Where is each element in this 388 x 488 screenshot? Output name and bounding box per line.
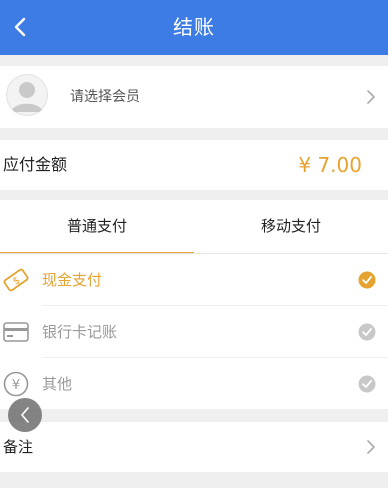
member-placeholder: 请选择会员 (70, 89, 140, 105)
cash-ticket-icon: $ (2, 266, 30, 294)
chevron-right-icon (367, 90, 375, 104)
member-selector[interactable]: 请选择会员 (0, 66, 388, 128)
tab-normal-payment[interactable]: 普通支付 (0, 200, 194, 254)
yen-circle-icon: ¥ (2, 370, 30, 398)
checkout-page: 结账 请选择会员 应付金额 ¥ 7.00 普通支付 移动支付 $ 现金支付 银行… (0, 0, 388, 488)
tab-mobile-payment[interactable]: 移动支付 (194, 200, 388, 253)
check-circle-icon (358, 323, 376, 341)
payment-option-label: 其他 (42, 375, 73, 393)
payment-method-list: $ 现金支付 银行卡记账 ¥ 其他 (0, 254, 388, 409)
payment-option-label: 现金支付 (42, 271, 103, 289)
check-circle-selected-icon (358, 271, 376, 289)
user-avatar-icon (6, 74, 48, 116)
avatar (6, 74, 48, 116)
amount-due-label: 应付金额 (3, 155, 68, 174)
payment-tabs: 普通支付 移动支付 (0, 200, 388, 254)
check-circle-icon (358, 375, 376, 393)
remark-row[interactable]: 备注 (0, 422, 388, 472)
amount-due-row: 应付金额 ¥ 7.00 (0, 140, 388, 190)
payment-option-other[interactable]: ¥ 其他 (0, 358, 388, 410)
chevron-right-icon (367, 440, 375, 454)
payment-option-label: 银行卡记账 (42, 323, 118, 341)
payment-option-cash[interactable]: $ 现金支付 (0, 254, 388, 306)
amount-due-value: ¥ 7.00 (298, 153, 362, 177)
svg-text:¥: ¥ (12, 378, 20, 393)
bank-card-icon (2, 318, 30, 346)
svg-text:$: $ (11, 275, 23, 288)
chevron-left-icon (21, 407, 29, 423)
page-title: 结账 (173, 15, 215, 39)
floating-back-button[interactable] (8, 398, 42, 432)
top-nav-bar: 结账 (0, 0, 388, 55)
payment-option-bank-card[interactable]: 银行卡记账 (0, 306, 388, 358)
